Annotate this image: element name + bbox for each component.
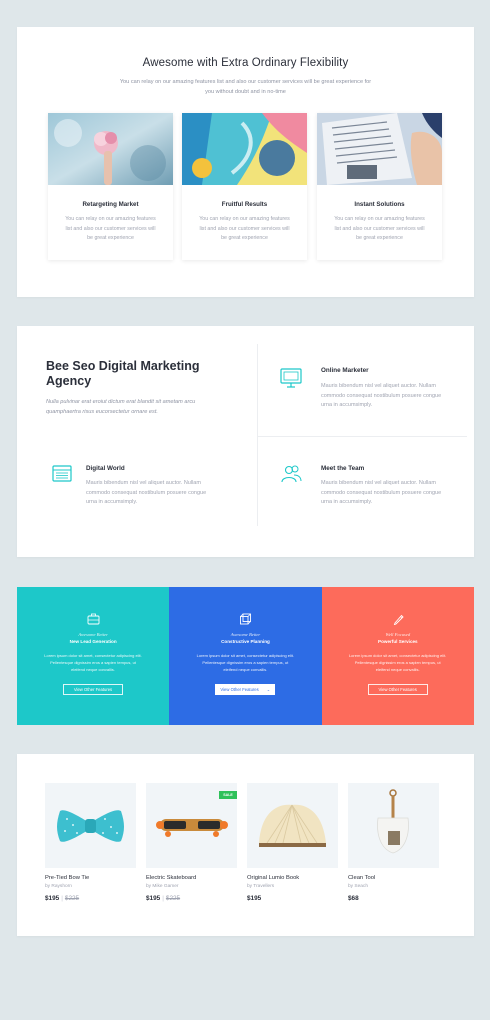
lumio-book-image: [259, 804, 326, 847]
button-label: View Other Features: [220, 687, 259, 692]
product-card[interactable]: Clean Tool by Seach $68: [348, 783, 439, 902]
product-card[interactable]: Pre-Tied Bow Tie by Rayshorn $195 | $225: [45, 783, 136, 902]
monitor-icon: [280, 368, 302, 388]
price: $68: [348, 895, 359, 902]
briefcase-icon: [87, 613, 100, 625]
product-image: [348, 783, 439, 868]
panel-title: Powerful Services: [378, 639, 418, 644]
newspaper-image: [317, 113, 442, 185]
old-price: $225: [64, 895, 80, 902]
products-section: Pre-Tied Bow Tie by Rayshorn $195 | $225 S…: [17, 754, 474, 936]
product-image: SALE: [146, 783, 237, 868]
panel-title: Constructive Planning: [221, 639, 270, 644]
pencil-icon: [393, 614, 404, 625]
feature-title: Retargeting Market: [82, 201, 139, 208]
service-title: Digital World: [86, 465, 125, 472]
feature-card-instant[interactable]: Instant Solutions You can relay on our a…: [317, 113, 442, 260]
panel-kicker: Awesome Better: [78, 632, 108, 637]
panel-kicker: Well Focused: [385, 632, 411, 637]
service-text: Mauris bibendum nisl vel aliquet auctor.…: [321, 383, 442, 408]
service-title: Meet the Team: [321, 465, 365, 472]
price: $195: [45, 895, 60, 902]
panel-text: Lorem ipsum dolor sit amet, consectetur …: [196, 653, 295, 672]
team-icon: [281, 465, 302, 483]
price-separator: |: [162, 895, 164, 902]
feature-text: You can relay on our amazing features li…: [65, 216, 156, 241]
product-author: by Travellers: [247, 884, 275, 889]
product-name[interactable]: Pre-Tied Bow Tie: [45, 875, 89, 881]
section-subtitle: You can relay on our amazing features li…: [119, 79, 372, 95]
bow-tie-image: [57, 810, 124, 842]
chevron-down-icon: ⌄: [266, 687, 271, 692]
sale-badge: SALE: [219, 791, 237, 799]
browser-icon: [52, 465, 72, 482]
features-section: Awesome with Extra Ordinary Flexibility …: [17, 27, 474, 297]
panel-lead-generation: Awesome Better New Lead Generation Lorem…: [17, 587, 170, 725]
agency-text: Nulla pulvinar erat eroiut dictum erat b…: [46, 399, 196, 415]
view-features-button[interactable]: View Other Features: [63, 684, 123, 695]
feature-text: You can relay on our amazing features li…: [199, 216, 290, 241]
cube-icon: [240, 613, 252, 625]
button-label: View Other Features: [73, 687, 113, 692]
service-title: Online Marketer: [321, 367, 369, 374]
price: $195: [247, 895, 262, 902]
product-price: $195: [247, 895, 261, 902]
panel-text: Lorem ipsum dolor sit amet, consectetur …: [348, 653, 447, 672]
old-price: $225: [165, 895, 181, 902]
product-image: [45, 783, 136, 868]
button-label: View Other Features: [378, 687, 417, 692]
feature-title: Instant Solutions: [354, 201, 405, 208]
price: $195: [146, 895, 161, 902]
product-card[interactable]: Original Lumio Book by Travellers $195: [247, 783, 338, 902]
feature-text: You can relay on our amazing features li…: [334, 216, 425, 241]
paint-image: [182, 113, 307, 185]
product-card[interactable]: SALE Electric Skateboard by Mike Gamer $…: [146, 783, 237, 902]
view-features-button[interactable]: View Other Features ⌄: [215, 684, 276, 695]
product-name[interactable]: Original Lumio Book: [247, 875, 299, 881]
panel-powerful-services: Well Focused Powerful Services Lorem ips…: [321, 587, 474, 725]
panel-title: New Lead Generation: [69, 639, 117, 644]
product-name[interactable]: Electric Skateboard: [146, 875, 196, 881]
agency-section: Bee Seo Digital Marketing Agency Nulla p…: [17, 326, 474, 557]
flower-image: [48, 113, 173, 185]
product-price: $195 | $225: [146, 895, 180, 902]
view-features-button[interactable]: View Other Features: [367, 684, 428, 695]
feature-card-fruitful[interactable]: Fruitful Results You can relay on our am…: [182, 113, 307, 260]
product-price: $68: [348, 895, 359, 902]
dustpan-image: [377, 789, 409, 854]
feature-card-retargeting[interactable]: Retargeting Market You can relay on our …: [48, 113, 173, 260]
price-separator: |: [61, 895, 63, 902]
panel-constructive-planning: Awesome Better Constructive Planning Lor…: [169, 587, 322, 725]
service-text: Mauris bibendum nisl vel aliquet auctor.…: [86, 480, 207, 505]
product-price: $195 | $225: [45, 895, 79, 902]
service-text: Mauris bibendum nisl vel aliquet auctor.…: [321, 480, 442, 505]
section-title: Awesome with Extra Ordinary Flexibility: [142, 57, 349, 69]
divider: [257, 436, 467, 437]
product-name[interactable]: Clean Tool: [348, 875, 375, 881]
divider: [257, 344, 258, 526]
product-author: by Rayshorn: [45, 884, 72, 889]
product-author: by Seach: [348, 884, 369, 889]
panel-text: Lorem ipsum dolor sit amet, consectetur …: [44, 653, 142, 672]
panel-kicker: Awesome Better: [230, 632, 261, 637]
product-author: by Mike Gamer: [146, 884, 179, 889]
feature-title: Fruitful Results: [221, 201, 268, 208]
services-panels: Awesome Better New Lead Generation Lorem…: [17, 587, 474, 725]
product-image: [247, 783, 338, 868]
agency-title: Bee Seo Digital Marketing Agency: [46, 359, 200, 388]
